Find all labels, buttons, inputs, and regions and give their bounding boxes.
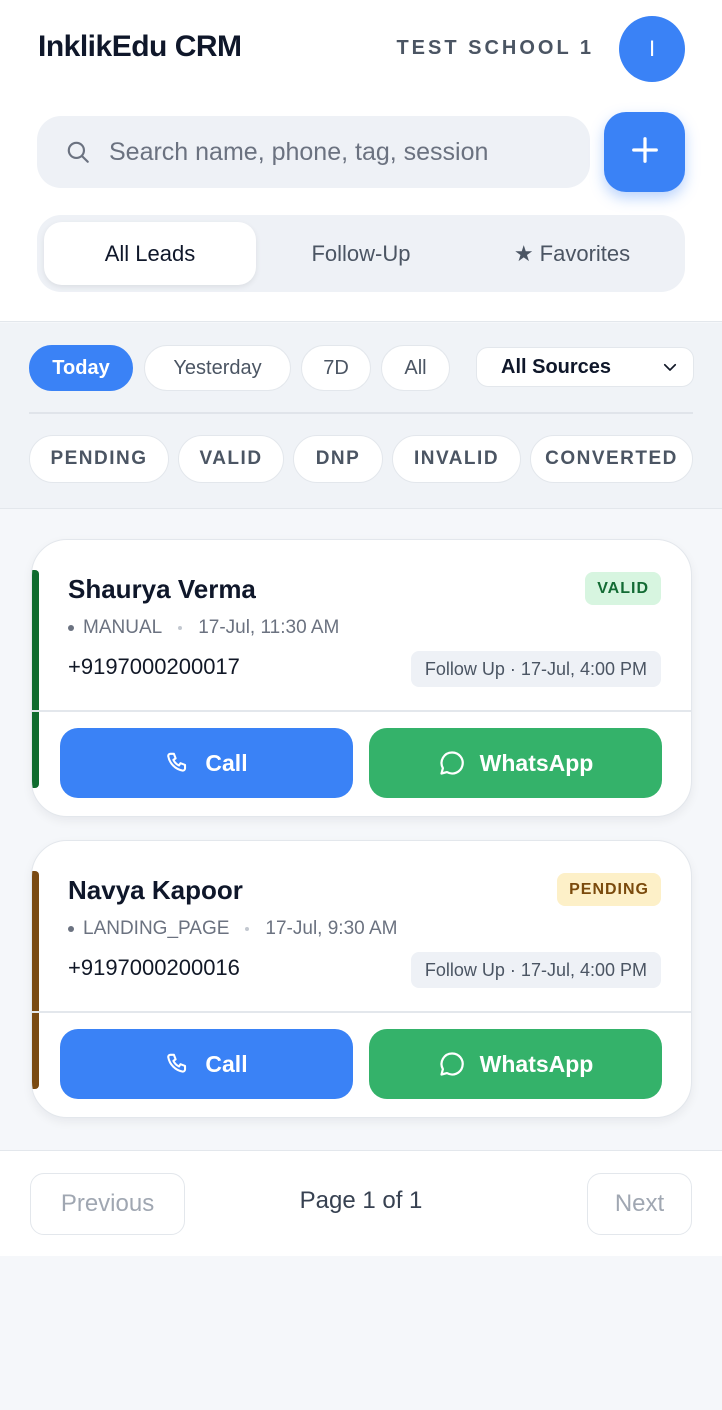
whatsapp-button[interactable]: WhatsApp — [369, 1029, 662, 1099]
call-button[interactable]: Call — [60, 728, 353, 798]
lead-phone: +9197000200016 — [68, 955, 240, 980]
school-name[interactable]: TEST SCHOOL 1 — [396, 37, 594, 60]
lead-phone: +9197000200017 — [68, 654, 240, 679]
source-select-value: All Sources — [501, 355, 612, 378]
lead-name: Shaurya Verma — [68, 574, 256, 604]
whatsapp-icon — [440, 751, 464, 775]
phone-icon — [167, 1053, 187, 1073]
lead-created: 17-Jul, 9:30 AM — [265, 918, 398, 939]
status-filter-converted[interactable]: CONVERTED — [530, 435, 693, 483]
status-filter-valid[interactable]: VALID — [178, 435, 284, 483]
followup-badge: Follow Up · 17-Jul, 4:00 PM — [410, 952, 661, 988]
card-divider — [32, 1011, 691, 1013]
status-filter-dnp[interactable]: DNP — [293, 435, 383, 483]
lead-meta: MANUAL 17-Jul, 11:30 AM — [68, 617, 339, 639]
phone-icon — [167, 752, 187, 772]
bullet-icon — [68, 625, 74, 631]
status-filter-invalid[interactable]: INVALID — [392, 435, 521, 483]
search-bar[interactable] — [37, 116, 590, 188]
add-lead-button[interactable] — [604, 112, 685, 192]
followup-badge: Follow Up · 17-Jul, 4:00 PM — [410, 651, 661, 687]
whatsapp-button[interactable]: WhatsApp — [369, 728, 662, 798]
separator-dot — [178, 626, 183, 630]
tab-all-leads[interactable]: All Leads — [44, 222, 256, 285]
status-badge: PENDING — [557, 873, 661, 906]
pagination: Previous Page 1 of 1 Next — [0, 1150, 722, 1256]
lead-source: LANDING_PAGE — [83, 918, 230, 939]
lead-name: Navya Kapoor — [68, 875, 243, 905]
whatsapp-button-label: WhatsApp — [479, 1050, 594, 1077]
call-button-label: Call — [205, 1050, 248, 1077]
lead-source: MANUAL — [83, 617, 163, 638]
lead-status-accent — [32, 570, 39, 788]
card-divider — [32, 710, 691, 712]
date-filter-today[interactable]: Today — [29, 345, 133, 391]
lead-card[interactable]: Navya Kapoor PENDING LANDING_PAGE 17-Jul… — [31, 840, 692, 1118]
app-title: InklikEdu CRM — [38, 30, 242, 63]
chevron-down-icon — [661, 358, 679, 376]
status-badge: VALID — [585, 572, 661, 605]
whatsapp-button-label: WhatsApp — [479, 749, 594, 776]
date-filter-yesterday[interactable]: Yesterday — [144, 345, 291, 391]
lead-meta: LANDING_PAGE 17-Jul, 9:30 AM — [68, 918, 397, 940]
bullet-icon — [68, 926, 74, 932]
lead-created: 17-Jul, 11:30 AM — [198, 617, 340, 638]
tab-follow-up[interactable]: Follow-Up — [255, 222, 467, 285]
filter-divider — [29, 412, 693, 414]
date-filter-all[interactable]: All — [381, 345, 450, 391]
app-header: InklikEdu CRM TEST SCHOOL 1 I All Leads … — [0, 0, 722, 322]
separator-dot — [245, 927, 250, 931]
date-filter-7d[interactable]: 7D — [301, 345, 371, 391]
call-button[interactable]: Call — [60, 1029, 353, 1099]
next-page-button[interactable]: Next — [587, 1173, 692, 1235]
call-button-label: Call — [205, 749, 248, 776]
status-filter-pending[interactable]: PENDING — [29, 435, 169, 483]
tab-favorites[interactable]: ★ Favorites — [466, 222, 678, 285]
lead-status-accent — [32, 871, 39, 1089]
lead-card[interactable]: Shaurya Verma VALID MANUAL 17-Jul, 11:30… — [31, 539, 692, 817]
search-icon — [63, 137, 93, 167]
avatar[interactable]: I — [619, 16, 685, 82]
source-select[interactable]: All Sources — [476, 347, 694, 387]
filter-panel: Today Yesterday 7D All All Sources PENDI… — [0, 323, 722, 509]
plus-icon — [630, 135, 660, 170]
search-input[interactable] — [109, 137, 569, 167]
lead-tabs: All Leads Follow-Up ★ Favorites — [37, 215, 685, 292]
avatar-initial: I — [648, 36, 656, 61]
whatsapp-icon — [440, 1052, 464, 1076]
